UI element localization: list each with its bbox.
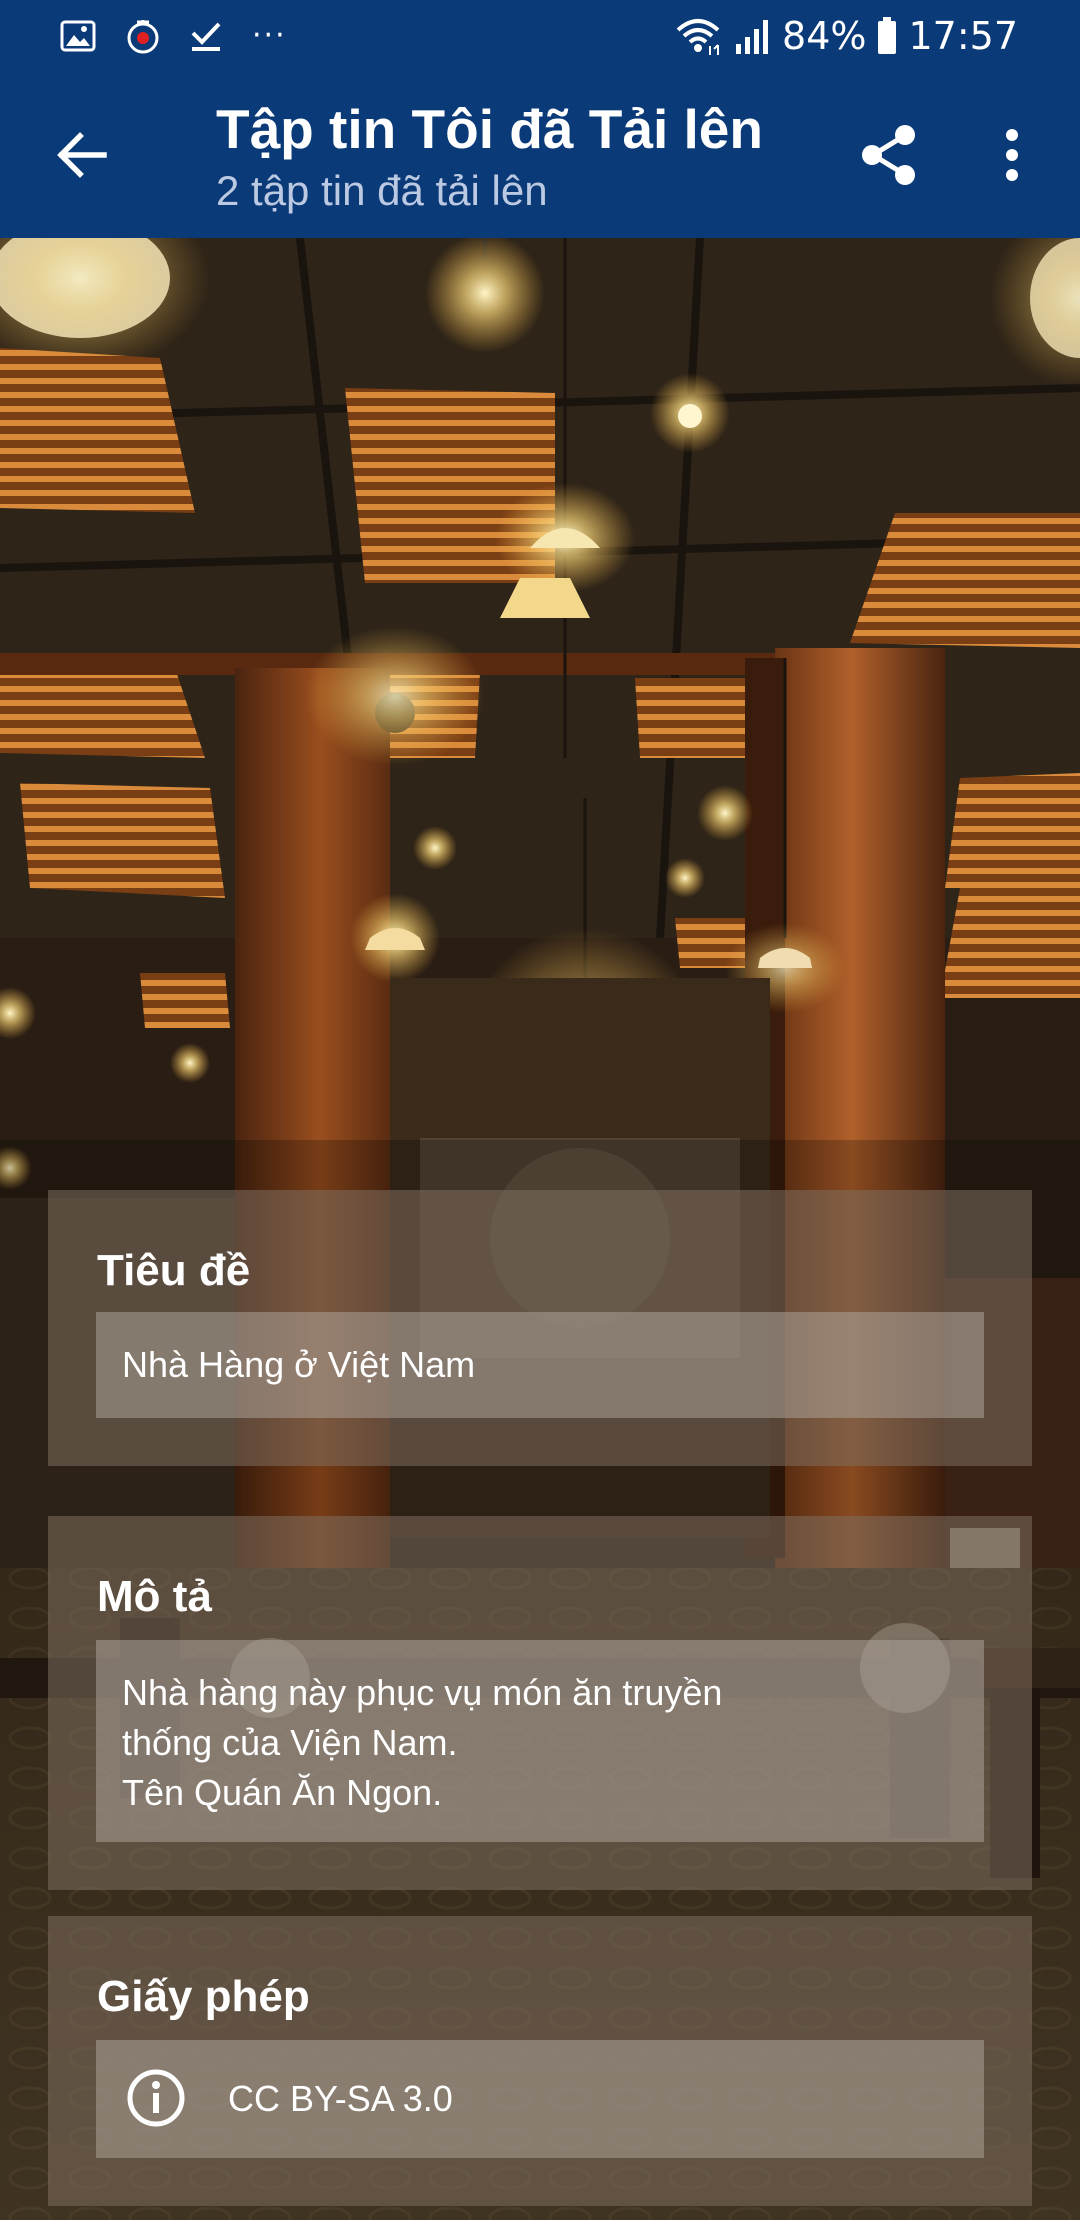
title-field[interactable]: Nhà Hàng ở Việt Nam (96, 1312, 984, 1418)
app-bar: Tập tin Tôi đã Tải lên 2 tập tin đã tải … (0, 72, 1080, 238)
title-label: Tiêu đề (97, 1246, 251, 1295)
arrow-back-icon (57, 132, 107, 178)
license-label: Giấy phép (97, 1972, 310, 2021)
title-card: Tiêu đề Nhà Hàng ở Việt Nam (48, 1190, 1032, 1466)
battery-icon (878, 17, 897, 54)
description-label: Mô tả (97, 1572, 212, 1621)
license-card: Giấy phép CC BY-SA 3.0 (48, 1916, 1032, 2206)
page-title: Tập tin Tôi đã Tải lên (216, 98, 763, 160)
app-notification-icon (127, 20, 159, 54)
battery-percentage: 84% (782, 14, 867, 58)
description-line: Nhà hàng này phục vụ món ăn truyền (122, 1672, 723, 1713)
more-options-button[interactable] (976, 116, 1048, 194)
clock: 17:57 (908, 14, 1018, 58)
status-bar-notifications: ··· (60, 14, 287, 58)
screen: ··· 84% 17:57 Tập tin Tôi đã Tải lên 2 t… (0, 0, 1080, 2220)
description-line: Tên Quán Ăn Ngon. (122, 1772, 443, 1813)
share-button[interactable] (850, 116, 928, 194)
license-value: CC BY-SA 3.0 (228, 2078, 453, 2119)
signal-icon (736, 20, 769, 54)
download-done-icon (191, 22, 221, 51)
description-field[interactable]: Nhà hàng này phục vụ món ăn truyền thống… (96, 1640, 984, 1842)
description-card: Mô tả Nhà hàng này phục vụ món ăn truyền… (48, 1516, 1032, 1890)
wifi-icon (676, 19, 720, 55)
more-notifications-indicator: ··· (252, 18, 287, 53)
description-line: thống của Viện Nam. (122, 1722, 458, 1763)
gallery-icon (60, 20, 96, 52)
status-bar: ··· 84% 17:57 (0, 0, 1080, 72)
page-subtitle: 2 tập tin đã tải lên (216, 167, 548, 214)
status-bar-system: 84% 17:57 (674, 12, 1018, 60)
title-value: Nhà Hàng ở Việt Nam (122, 1344, 476, 1385)
more-vert-icon (1006, 129, 1018, 181)
share-icon (862, 125, 915, 185)
description-value: Nhà hàng này phục vụ món ăn truyền thống… (122, 1668, 958, 1818)
title-block: Tập tin Tôi đã Tải lên 2 tập tin đã tải … (216, 96, 776, 220)
license-field[interactable]: CC BY-SA 3.0 (96, 2040, 984, 2158)
info-icon[interactable] (126, 2068, 186, 2128)
back-button[interactable] (44, 117, 120, 193)
